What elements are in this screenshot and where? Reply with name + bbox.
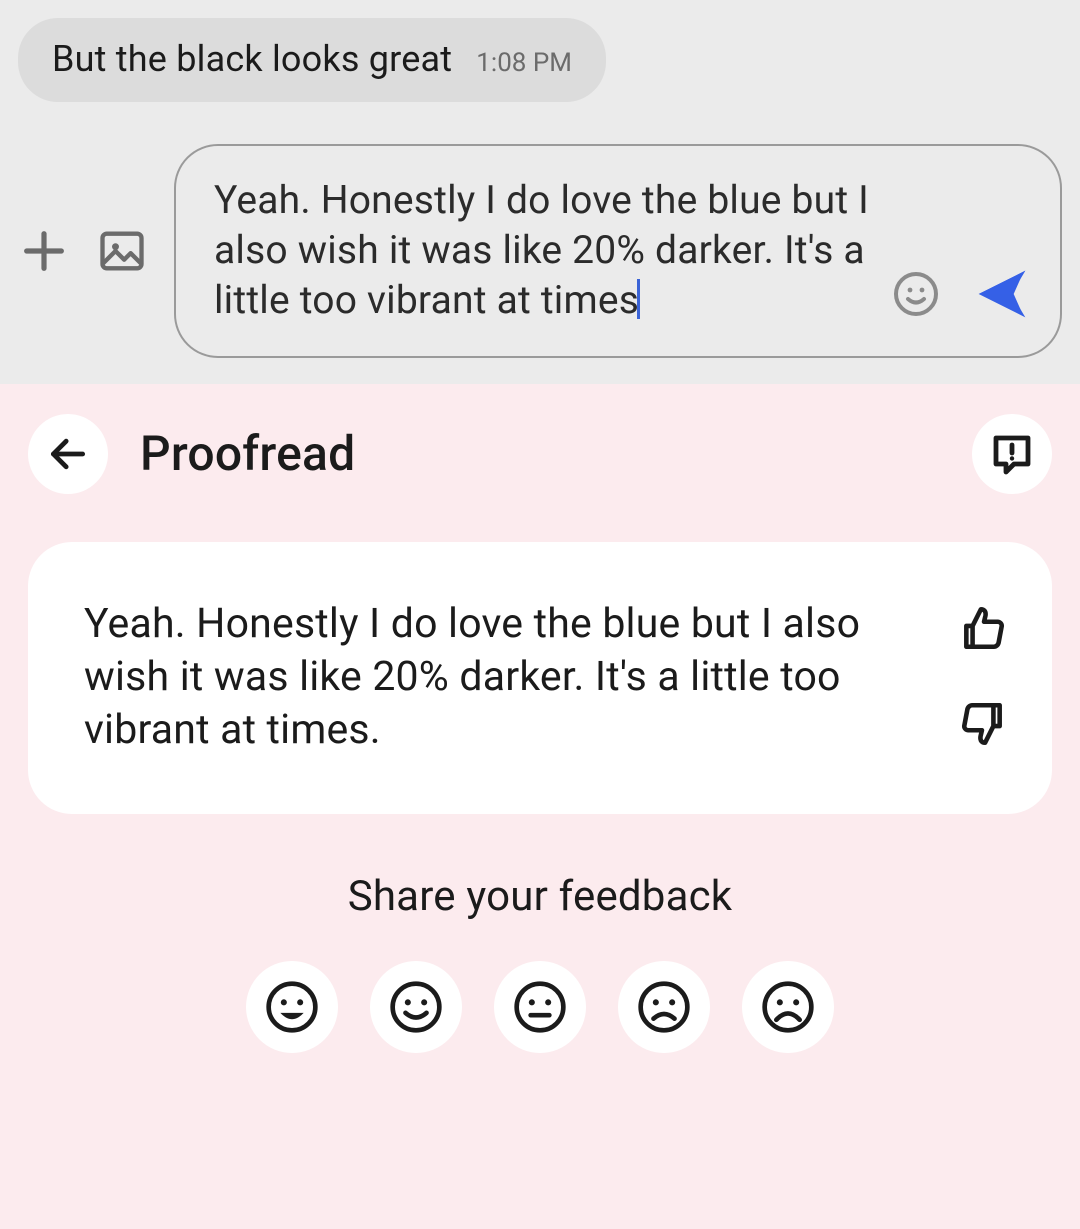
chat-area: But the black looks great 1:08 PM Yeah. … bbox=[0, 0, 1080, 384]
thumbs-up-icon bbox=[958, 603, 1008, 653]
feedback-prompt: Share your feedback bbox=[28, 872, 1052, 921]
received-message-bubble[interactable]: But the black looks great 1:08 PM bbox=[18, 18, 606, 102]
feedback-sad[interactable] bbox=[618, 961, 710, 1053]
compose-input[interactable]: Yeah. Honestly I do love the blue but I … bbox=[214, 176, 888, 326]
thumbs-up-button[interactable] bbox=[958, 603, 1008, 657]
suggestion-highlight: . bbox=[370, 704, 381, 757]
thumbs-down-button[interactable] bbox=[958, 699, 1008, 753]
thumbs-down-icon bbox=[958, 699, 1008, 749]
emoji-button[interactable] bbox=[888, 266, 944, 322]
smile-icon bbox=[892, 270, 940, 318]
back-button[interactable] bbox=[28, 414, 108, 494]
chat-alert-icon bbox=[988, 430, 1036, 478]
face-sad-icon bbox=[636, 979, 692, 1035]
feedback-very-happy[interactable] bbox=[246, 961, 338, 1053]
face-neutral-icon bbox=[512, 979, 568, 1035]
proofread-suggestion-card[interactable]: Yeah. Honestly I do love the blue but I … bbox=[28, 542, 1052, 814]
feedback-very-sad[interactable] bbox=[742, 961, 834, 1053]
proofread-panel: Proofread Yeah. Honestly I do love the b… bbox=[0, 384, 1080, 1229]
plus-icon bbox=[18, 225, 70, 277]
face-happy-icon bbox=[388, 979, 444, 1035]
send-icon bbox=[974, 265, 1030, 323]
received-message-text: But the black looks great bbox=[52, 38, 452, 80]
compose-row: Yeah. Honestly I do love the blue but I … bbox=[18, 144, 1062, 384]
report-button[interactable] bbox=[972, 414, 1052, 494]
compose-bubble: Yeah. Honestly I do love the blue but I … bbox=[174, 144, 1062, 358]
feedback-face-row bbox=[28, 961, 1052, 1053]
face-very-sad-icon bbox=[760, 979, 816, 1035]
proofread-suggestion-text: Yeah. Honestly I do love the blue but I … bbox=[84, 598, 928, 758]
proofread-title: Proofread bbox=[140, 425, 940, 482]
received-message-time: 1:08 PM bbox=[476, 48, 572, 78]
face-very-happy-icon bbox=[264, 979, 320, 1035]
attach-image-button[interactable] bbox=[96, 225, 148, 277]
attach-plus-button[interactable] bbox=[18, 225, 70, 277]
arrow-left-icon bbox=[46, 432, 90, 476]
proofread-header: Proofread bbox=[28, 414, 1052, 494]
text-cursor bbox=[637, 279, 640, 319]
feedback-neutral[interactable] bbox=[494, 961, 586, 1053]
compose-trailing-actions bbox=[888, 266, 1030, 326]
send-button[interactable] bbox=[974, 266, 1030, 322]
compose-input-text: Yeah. Honestly I do love the blue but I … bbox=[214, 177, 869, 323]
image-icon bbox=[96, 225, 148, 277]
feedback-happy[interactable] bbox=[370, 961, 462, 1053]
suggestion-vote-column bbox=[958, 603, 1008, 753]
suggestion-text-body: Yeah. Honestly I do love the blue but I … bbox=[84, 600, 860, 755]
